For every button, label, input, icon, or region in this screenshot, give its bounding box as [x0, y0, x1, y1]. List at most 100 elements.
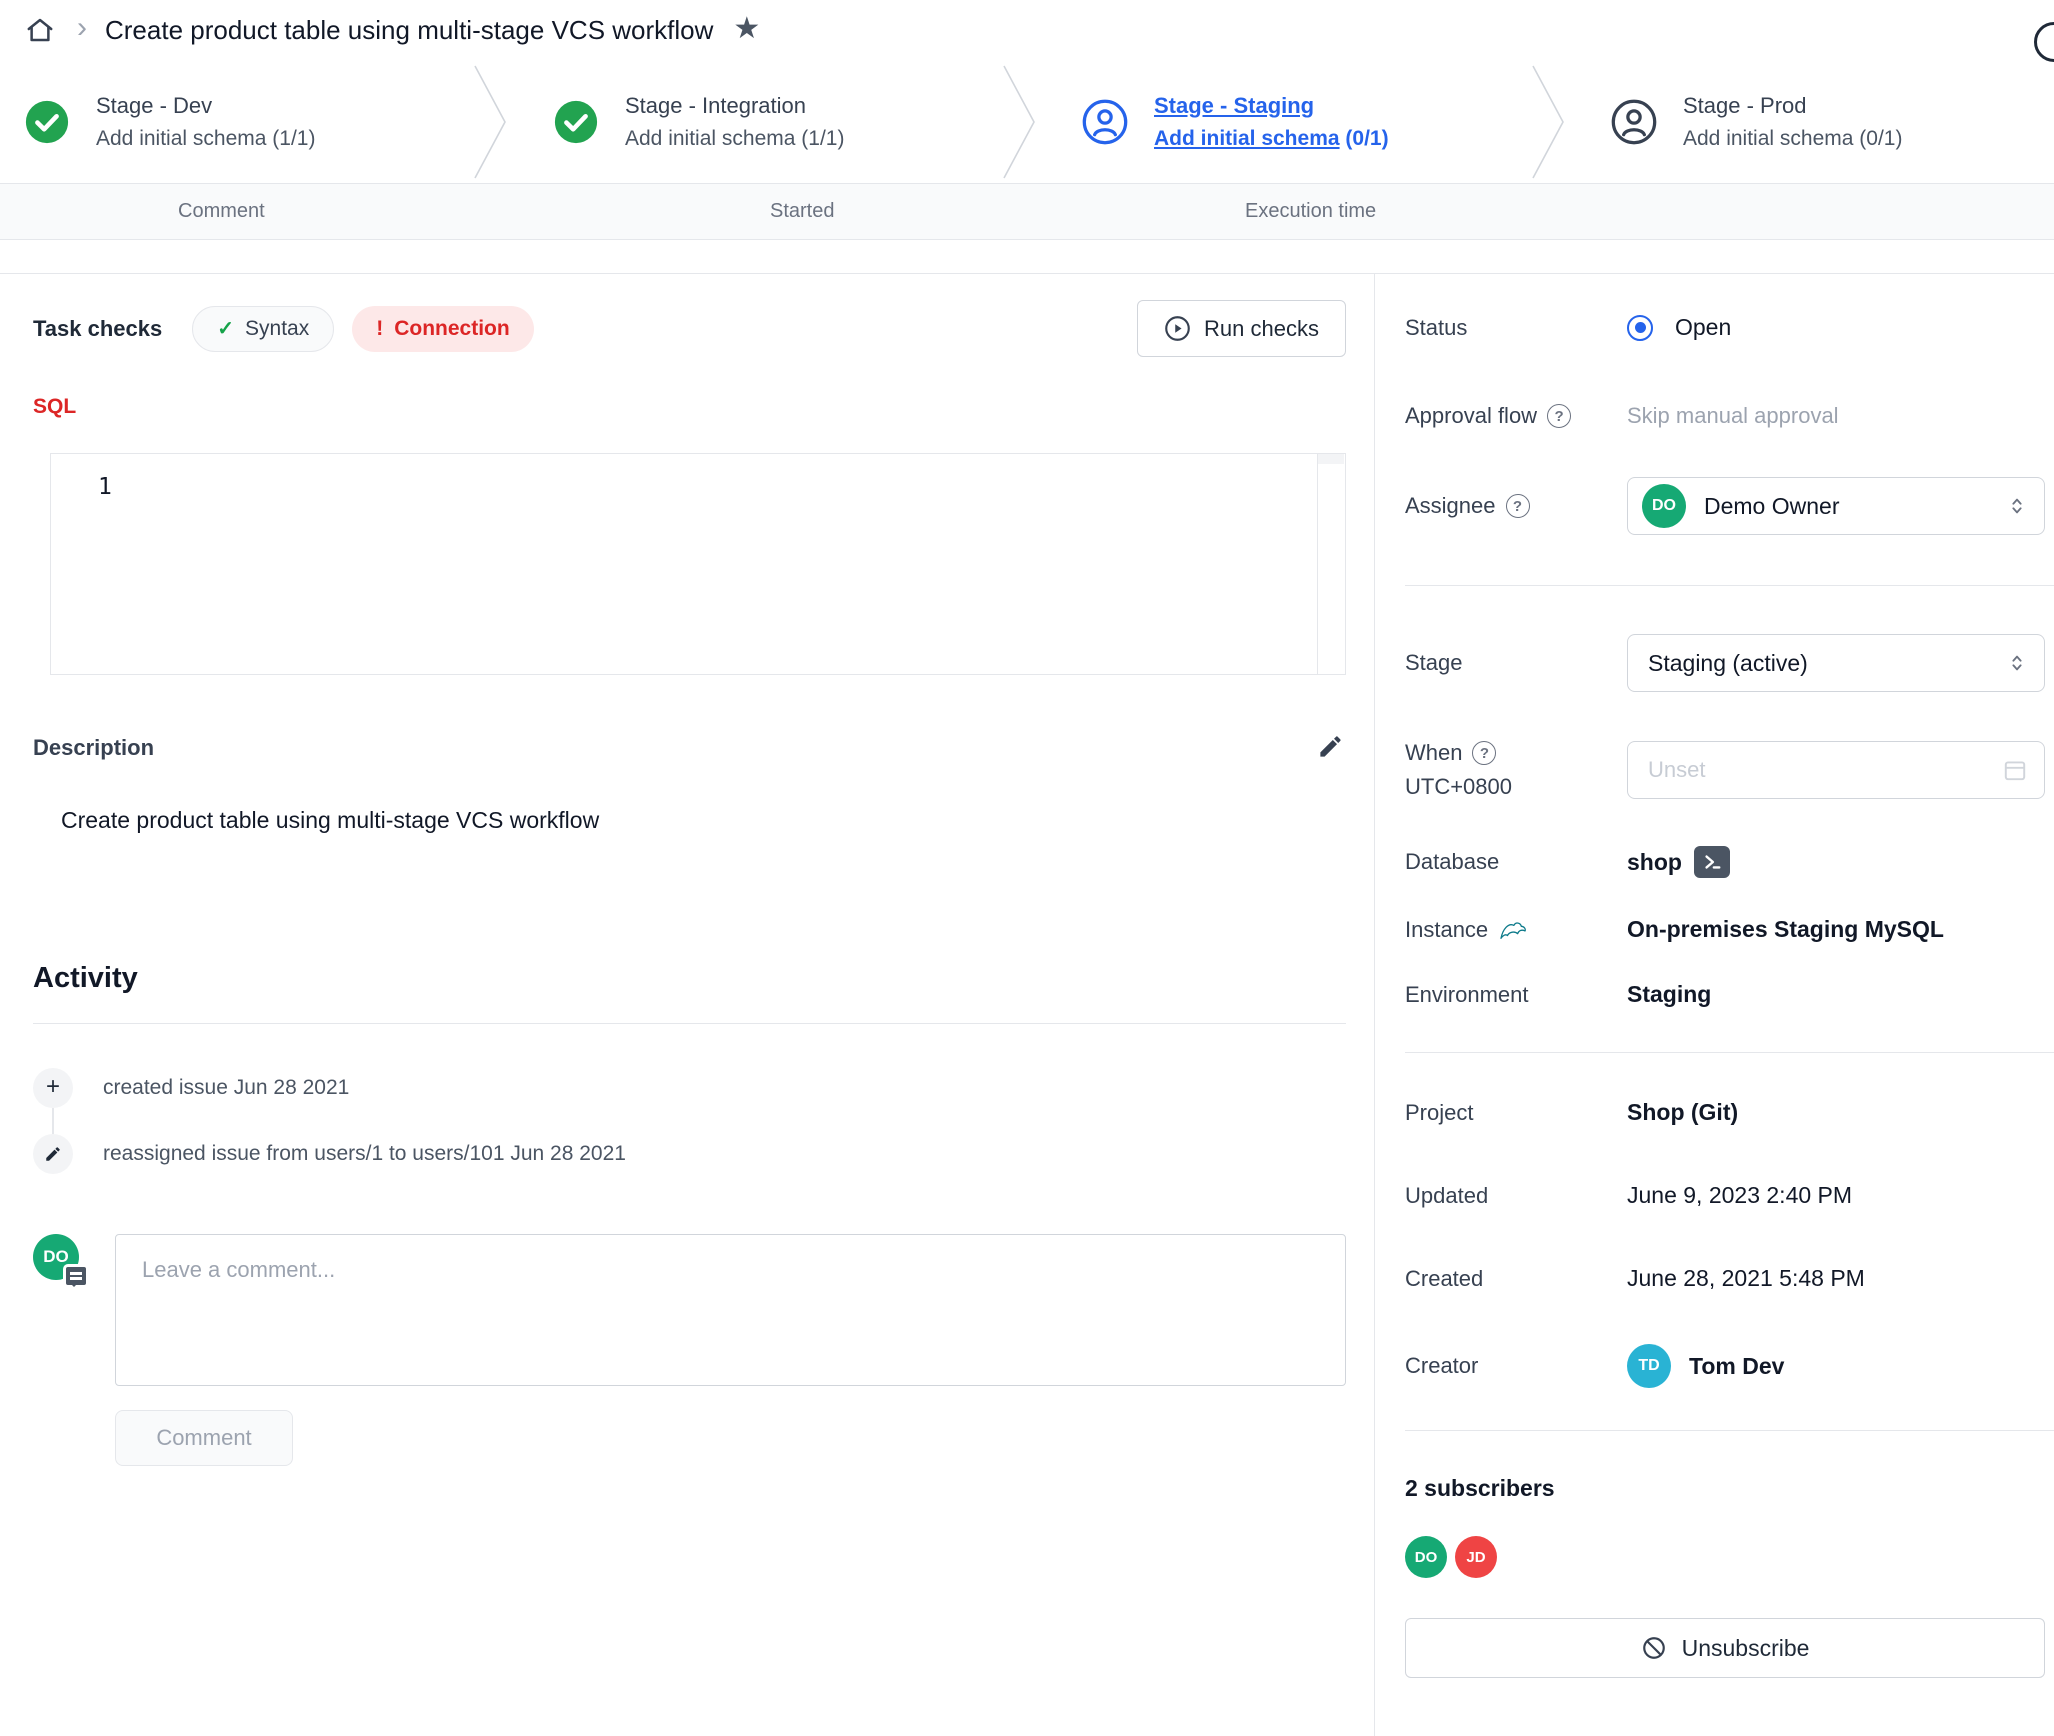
chevron-updown-icon — [2006, 652, 2028, 674]
created-value: June 28, 2021 5:48 PM — [1627, 1265, 2045, 1292]
check-circle-icon — [553, 99, 599, 145]
activity-item: reassigned issue from users/1 to users/1… — [33, 1134, 1346, 1174]
created-row: Created June 28, 2021 5:48 PM — [1405, 1265, 2054, 1292]
activity-text: created issue Jun 28 2021 — [103, 1076, 349, 1100]
run-checks-button[interactable]: Run checks — [1137, 300, 1346, 357]
home-icon[interactable] — [25, 15, 55, 45]
stage-task: Add initial schema — [1683, 127, 1853, 150]
exclamation-icon: ! — [376, 317, 383, 341]
instance-row: Instance On-premises Staging MySQL — [1405, 916, 2054, 943]
stage-staging[interactable]: Stage - Staging Add initial schema (0/1) — [1042, 93, 1525, 151]
page-title: Create product table using multi-stage V… — [105, 15, 713, 46]
ban-icon — [1641, 1635, 1667, 1661]
activity-item: + created issue Jun 28 2021 — [33, 1068, 1346, 1108]
stage-pipeline: Stage - Dev Add initial schema (1/1) Sta… — [0, 60, 2054, 183]
project-label: Project — [1405, 1100, 1627, 1126]
question-icon[interactable]: ? — [1547, 404, 1571, 428]
instance-value[interactable]: On-premises Staging MySQL — [1627, 916, 2045, 943]
play-circle-icon — [1164, 315, 1191, 342]
mysql-dolphin-icon — [1498, 918, 1528, 942]
issue-sidebar: Status Open Approval flow ? Skip manual … — [1375, 274, 2054, 1736]
creator-label: Creator — [1405, 1353, 1627, 1379]
updated-value: June 9, 2023 2:40 PM — [1627, 1182, 2045, 1209]
status-label: Status — [1405, 315, 1627, 341]
stage-select[interactable]: Staging (active) — [1627, 634, 2045, 692]
stage-dev[interactable]: Stage - Dev Add initial schema (1/1) — [0, 93, 467, 151]
description-label: Description — [33, 735, 154, 761]
approval-flow-label: Approval flow — [1405, 403, 1537, 429]
avatar[interactable]: JD — [1455, 1536, 1497, 1578]
instance-label: Instance — [1405, 917, 1488, 943]
project-value[interactable]: Shop (Git) — [1627, 1099, 2045, 1126]
stage-title: Stage - Dev — [96, 93, 315, 119]
stage-integration[interactable]: Stage - Integration Add initial schema (… — [513, 93, 996, 151]
task-table-header: Comment Started Execution time — [0, 183, 2054, 240]
avatar[interactable]: DO — [1405, 1536, 1447, 1578]
stage-prod[interactable]: Stage - Prod Add initial schema (0/1) — [1571, 93, 2054, 151]
stage-task: Add initial schema — [625, 127, 795, 150]
creator-value[interactable]: Tom Dev — [1689, 1353, 1784, 1380]
check-pill-syntax[interactable]: ✓ Syntax — [192, 306, 334, 352]
when-timezone: UTC+0800 — [1405, 774, 1512, 800]
assignee-label: Assignee — [1405, 493, 1496, 519]
check-label: Connection — [394, 317, 510, 341]
check-icon: ✓ — [217, 316, 234, 341]
approval-flow-value: Skip manual approval — [1627, 403, 2045, 429]
edit-description-button[interactable] — [1315, 731, 1346, 765]
environment-row: Environment Staging — [1405, 981, 2054, 1008]
timeline-connector — [52, 1108, 54, 1134]
activity-heading: Activity — [33, 962, 1346, 995]
avatar: TD — [1627, 1344, 1671, 1388]
star-icon[interactable]: ★ — [733, 11, 760, 46]
when-datetime-input-wrap — [1627, 741, 2045, 799]
breadcrumb: › Create product table using multi-stage… — [0, 0, 2054, 60]
created-label: Created — [1405, 1266, 1627, 1292]
stage-count: (1/1) — [801, 127, 844, 150]
question-icon[interactable]: ? — [1506, 494, 1530, 518]
check-pill-connection[interactable]: ! Connection — [352, 306, 534, 352]
chevron-updown-icon — [2006, 495, 2028, 517]
stage-row: Stage Staging (active) — [1405, 634, 2054, 692]
subscribers-heading: 2 subscribers — [1405, 1475, 2054, 1502]
check-label: Syntax — [245, 317, 309, 341]
status-open-radio[interactable] — [1627, 315, 1653, 341]
task-checks-label: Task checks — [33, 316, 162, 342]
editor-line-number: 1 — [98, 474, 112, 500]
activity-timeline: + created issue Jun 28 2021 reassigned i… — [33, 1068, 1346, 1174]
question-icon[interactable]: ? — [1472, 741, 1496, 765]
stage-task-link[interactable]: Add initial schema — [1154, 127, 1340, 150]
assignee-row: Assignee ? DO Demo Owner — [1405, 477, 2054, 535]
pencil-icon — [1317, 733, 1344, 760]
editor-scrollbar[interactable] — [1317, 454, 1318, 674]
when-label: When — [1405, 740, 1462, 766]
help-icon[interactable] — [2034, 22, 2054, 62]
status-value: Open — [1675, 314, 1731, 341]
divider — [1405, 1430, 2054, 1431]
approval-flow-row: Approval flow ? Skip manual approval — [1405, 403, 2054, 429]
comment-button[interactable]: Comment — [115, 1410, 293, 1466]
stage-separator — [996, 64, 1042, 180]
main-panel: Task checks ✓ Syntax ! Connection Run ch… — [0, 274, 1375, 1736]
terminal-icon[interactable] — [1694, 846, 1730, 878]
divider — [1405, 1052, 2054, 1053]
environment-value: Staging — [1627, 981, 2045, 1008]
comment-input[interactable] — [115, 1234, 1346, 1386]
assignee-select[interactable]: DO Demo Owner — [1627, 477, 2045, 535]
chat-bubble-icon — [63, 1264, 89, 1288]
stage-separator — [467, 64, 513, 180]
unsubscribe-button[interactable]: Unsubscribe — [1405, 1618, 2045, 1678]
when-row: When ? UTC+0800 — [1405, 740, 2054, 800]
person-circle-icon — [1082, 99, 1128, 145]
calendar-icon[interactable] — [2002, 757, 2028, 783]
stage-title: Stage - Integration — [625, 93, 844, 119]
activity-text: reassigned issue from users/1 to users/1… — [103, 1142, 626, 1166]
database-row: Database shop — [1405, 846, 2054, 878]
sql-editor[interactable]: 1 — [50, 453, 1346, 675]
database-value[interactable]: shop — [1627, 849, 1682, 876]
project-row: Project Shop (Git) — [1405, 1099, 2054, 1126]
updated-label: Updated — [1405, 1183, 1627, 1209]
plus-icon: + — [33, 1068, 73, 1108]
person-circle-icon — [1611, 99, 1657, 145]
when-datetime-input[interactable] — [1648, 757, 2002, 783]
column-header-started: Started — [770, 200, 834, 223]
